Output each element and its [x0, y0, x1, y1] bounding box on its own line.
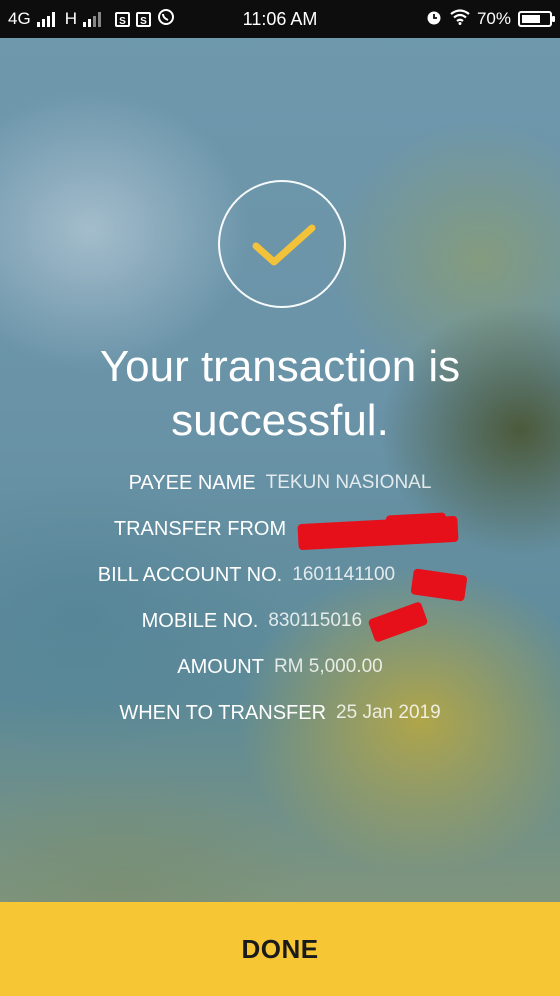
headline-line-2: successful.	[171, 396, 389, 445]
success-headline: Your transaction is successful.	[0, 340, 560, 448]
wifi-icon	[450, 8, 470, 30]
done-button[interactable]: DONE	[0, 902, 560, 996]
detail-row-bill-account: BILL ACCOUNT NO. 1601141100	[0, 558, 560, 592]
detail-row-mobile: MOBILE NO. 830115016	[0, 604, 560, 638]
detail-label: AMOUNT	[177, 655, 264, 678]
detail-row-when-to-transfer: WHEN TO TRANSFER 25 Jan 2019	[0, 696, 560, 730]
detail-label: TRANSFER FROM	[113, 517, 287, 540]
alarm-icon	[425, 8, 443, 31]
detail-value: TEKUN NASIONAL	[265, 472, 432, 493]
detail-value: 25 Jan 2019	[336, 702, 441, 723]
success-check-icon	[218, 180, 346, 308]
detail-row-payee-name: PAYEE NAME TEKUN NASIONAL	[0, 466, 560, 500]
battery-icon	[518, 11, 555, 27]
detail-row-amount: AMOUNT RM 5,000.00	[0, 650, 560, 684]
battery-percentage: 70%	[476, 9, 511, 28]
detail-label: BILL ACCOUNT NO.	[97, 563, 283, 586]
status-bar: 4G H S S 11:06 AM 70%	[0, 0, 560, 38]
detail-value: RM 5,000.00	[273, 656, 383, 677]
headline-line-1: Your transaction is	[99, 342, 461, 391]
clock: 11:06 AM	[242, 8, 318, 29]
detail-label: WHEN TO TRANSFER	[119, 701, 327, 724]
detail-row-transfer-from: TRANSFER FROM	[0, 512, 560, 546]
detail-label: PAYEE NAME	[128, 471, 256, 494]
detail-label: MOBILE NO.	[141, 609, 259, 632]
